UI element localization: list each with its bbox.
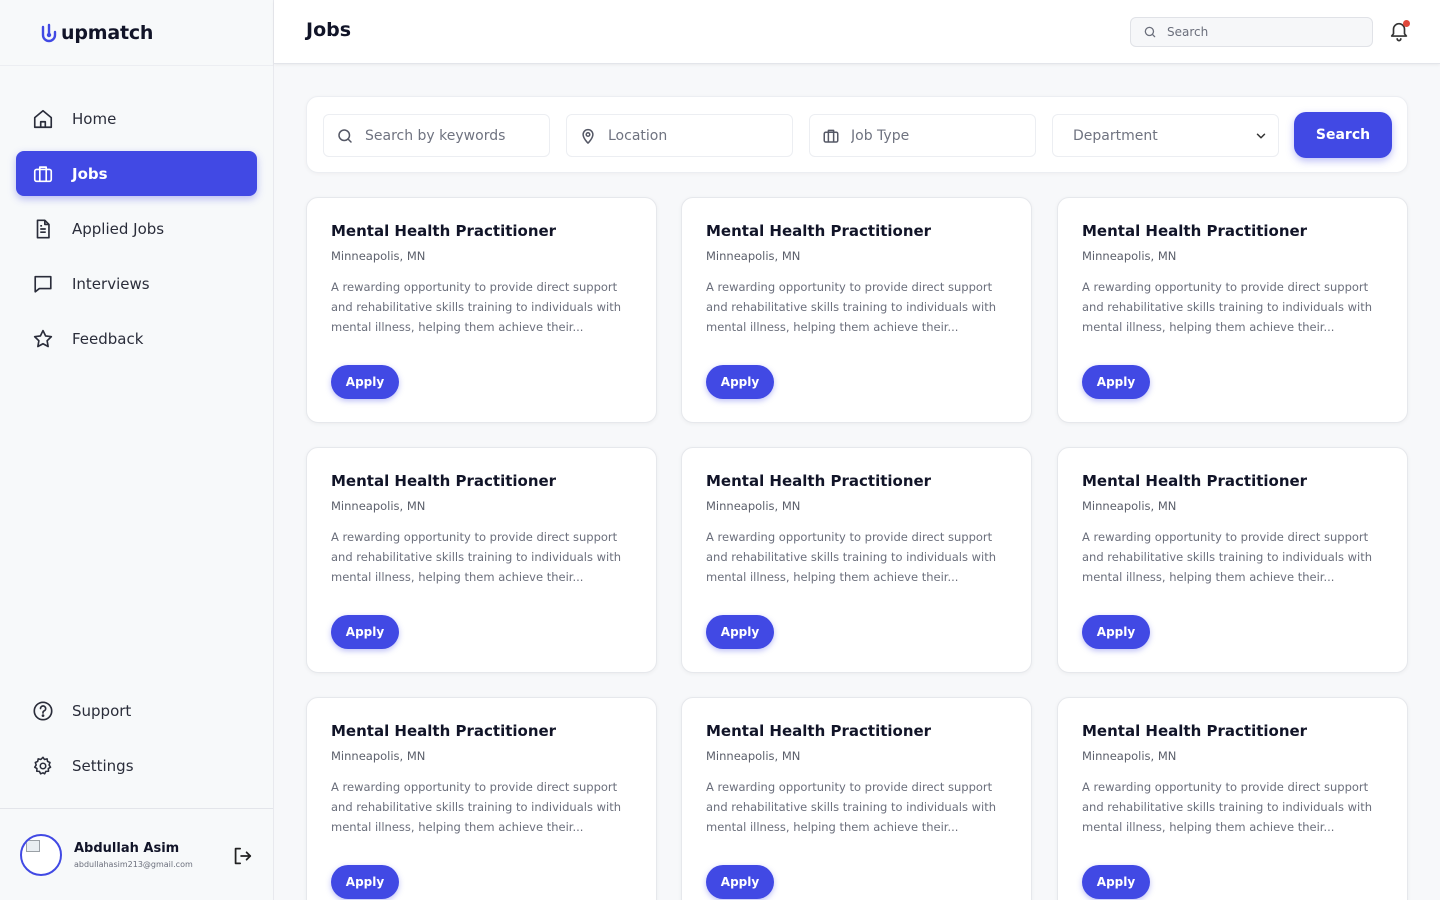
job-title: Mental Health Practitioner [331, 722, 557, 740]
sidebar-item-jobs[interactable]: Jobs [16, 151, 257, 196]
sidebar-item-support[interactable]: Support [16, 688, 257, 733]
document-icon [32, 218, 54, 240]
sidebar-item-label: Applied Jobs [72, 219, 165, 238]
job-title: Mental Health Practitioner [706, 722, 932, 740]
keywords-input[interactable] [365, 127, 535, 144]
logo[interactable]: upmatch [0, 0, 273, 66]
sidebar-item-label: Interviews [72, 274, 150, 293]
job-location: Minneapolis, MN [706, 749, 801, 763]
job-card[interactable]: Mental Health Practitioner Minneapolis, M… [681, 697, 1032, 900]
apply-button[interactable]: Apply [706, 365, 774, 399]
job-description: A rewarding opportunity to provide direc… [1082, 780, 1373, 834]
job-location: Minneapolis, MN [1082, 249, 1177, 263]
main-nav: Home Jobs Applied Jobs Interviews Feedba… [16, 96, 257, 371]
job-title: Mental Health Practitioner [1082, 722, 1308, 740]
keywords-field[interactable] [323, 114, 550, 157]
home-icon [32, 108, 54, 130]
help-icon [32, 700, 54, 722]
job-title: Mental Health Practitioner [706, 222, 932, 240]
job-location: Minneapolis, MN [706, 499, 801, 513]
briefcase-icon [32, 163, 54, 185]
chevron-down-icon [1256, 132, 1266, 139]
job-description: A rewarding opportunity to provide direc… [331, 280, 622, 334]
job-description: A rewarding opportunity to provide direc… [706, 530, 997, 584]
job-location: Minneapolis, MN [331, 249, 426, 263]
job-type-field[interactable] [809, 114, 1036, 157]
sidebar-item-interviews[interactable]: Interviews [16, 261, 257, 306]
chat-icon [32, 273, 54, 295]
job-title: Mental Health Practitioner [1082, 222, 1308, 240]
broken-image-icon [26, 839, 40, 852]
avatar[interactable] [20, 833, 62, 876]
job-description: A rewarding opportunity to provide direc… [706, 780, 997, 834]
header-search-input[interactable] [1167, 25, 1357, 39]
briefcase-icon [823, 129, 839, 143]
job-location: Minneapolis, MN [1082, 499, 1177, 513]
page-title: Jobs [306, 19, 352, 41]
notification-badge [1403, 20, 1410, 27]
apply-button[interactable]: Apply [706, 865, 774, 899]
department-selected-value: Department [1073, 127, 1158, 144]
location-input[interactable] [608, 127, 778, 144]
logout-icon[interactable] [231, 845, 253, 867]
search-icon [338, 128, 352, 143]
apply-button[interactable]: Apply [331, 865, 399, 899]
job-card[interactable]: Mental Health Practitioner Minneapolis, M… [1057, 447, 1408, 673]
apply-button[interactable]: Apply [1082, 865, 1150, 899]
location-field[interactable] [566, 114, 793, 157]
gear-icon [32, 755, 54, 777]
job-card[interactable]: Mental Health Practitioner Minneapolis, M… [306, 197, 657, 423]
user-name: Abdullah Asim [74, 840, 180, 856]
sidebar-item-label: Support [72, 701, 132, 720]
sidebar-item-label: Jobs [72, 164, 108, 183]
secondary-nav: Support Settings [16, 688, 257, 798]
sidebar: upmatch Home Jobs Applied Jobs Interview… [0, 0, 274, 900]
job-card[interactable]: Mental Health Practitioner Minneapolis, M… [306, 447, 657, 673]
job-card[interactable]: Mental Health Practitioner Minneapolis, M… [1057, 697, 1408, 900]
sidebar-item-feedback[interactable]: Feedback [16, 316, 257, 361]
job-description: A rewarding opportunity to provide direc… [1082, 530, 1373, 584]
department-select[interactable]: Department [1052, 114, 1279, 157]
sidebar-item-applied-jobs[interactable]: Applied Jobs [16, 206, 257, 251]
header-search[interactable] [1130, 17, 1373, 47]
job-description: A rewarding opportunity to provide direc… [1082, 280, 1373, 334]
sidebar-item-label: Feedback [72, 329, 144, 348]
user-info: Abdullah Asim abdullahasim213@gmail.com [74, 841, 193, 869]
job-title: Mental Health Practitioner [331, 472, 557, 490]
search-button[interactable]: Search [1294, 112, 1392, 158]
upmatch-logo-icon [41, 23, 57, 42]
apply-button[interactable]: Apply [1082, 615, 1150, 649]
job-description: A rewarding opportunity to provide direc… [706, 280, 997, 334]
job-title: Mental Health Practitioner [1082, 472, 1308, 490]
top-header: Jobs [274, 0, 1440, 64]
user-profile: Abdullah Asim abdullahasim213@gmail.com [0, 808, 273, 900]
sidebar-item-settings[interactable]: Settings [16, 743, 257, 788]
user-email: abdullahasim213@gmail.com [74, 859, 193, 869]
sidebar-item-label: Settings [72, 756, 134, 775]
job-card[interactable]: Mental Health Practitioner Minneapolis, M… [681, 447, 1032, 673]
job-title: Mental Health Practitioner [706, 472, 932, 490]
job-description: A rewarding opportunity to provide direc… [331, 780, 622, 834]
job-location: Minneapolis, MN [706, 249, 801, 263]
job-card[interactable]: Mental Health Practitioner Minneapolis, M… [681, 197, 1032, 423]
star-icon [32, 328, 54, 350]
sidebar-item-home[interactable]: Home [16, 96, 257, 141]
job-card[interactable]: Mental Health Practitioner Minneapolis, M… [1057, 197, 1408, 423]
job-type-input[interactable] [851, 127, 1021, 144]
job-filter-bar: Department Search [306, 96, 1408, 173]
search-icon [1144, 26, 1156, 38]
apply-button[interactable]: Apply [706, 615, 774, 649]
job-card[interactable]: Mental Health Practitioner Minneapolis, M… [306, 697, 657, 900]
job-location: Minneapolis, MN [331, 499, 426, 513]
sidebar-item-label: Home [72, 109, 117, 128]
job-location: Minneapolis, MN [1082, 749, 1177, 763]
brand-name: upmatch [61, 21, 154, 44]
job-title: Mental Health Practitioner [331, 222, 557, 240]
apply-button[interactable]: Apply [331, 365, 399, 399]
job-description: A rewarding opportunity to provide direc… [331, 530, 622, 584]
apply-button[interactable]: Apply [1082, 365, 1150, 399]
location-pin-icon [582, 128, 594, 144]
apply-button[interactable]: Apply [331, 615, 399, 649]
job-location: Minneapolis, MN [331, 749, 426, 763]
